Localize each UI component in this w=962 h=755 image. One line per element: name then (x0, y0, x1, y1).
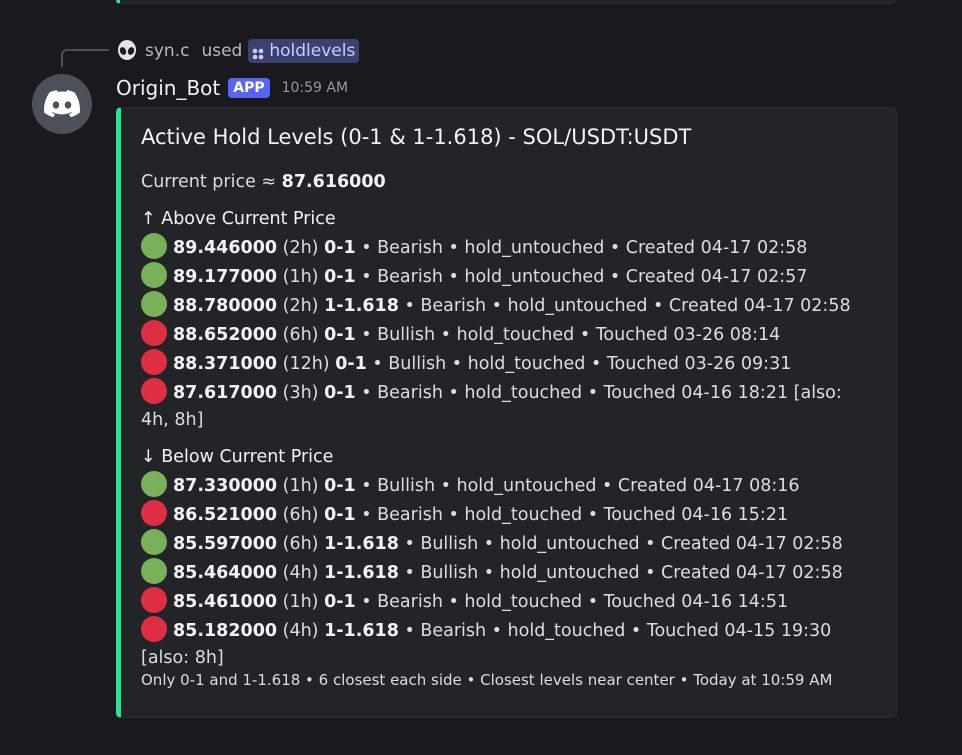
red-circle-icon (141, 378, 167, 404)
level-details: • Bullish • hold_untouched • Created 04-… (398, 563, 843, 583)
level-range: 0-1 (324, 476, 356, 496)
app-badge: APP (228, 78, 270, 98)
reply-spine (61, 49, 109, 67)
level-timeframe: (6h) (277, 505, 325, 525)
green-circle-icon (141, 471, 167, 497)
level-price: 85.464000 (173, 563, 278, 583)
red-circle-icon (141, 320, 167, 346)
current-price-value: 87.616000 (281, 172, 386, 192)
message-header: Origin_Bot APP 10:59 AM (116, 74, 348, 102)
level-price: 87.617000 (173, 383, 278, 403)
slash-command-pill[interactable]: holdlevels (248, 39, 360, 63)
previous-embed-edge (116, 0, 896, 4)
level-details: • Bearish • hold_touched • Touched 04-16… (355, 505, 789, 525)
level-row: 89.177000 (1h) 0-1 • Bearish • hold_unto… (141, 262, 871, 291)
green-circle-icon (141, 529, 167, 555)
level-timeframe: (3h) (277, 383, 325, 403)
level-timeframe: (12h) (277, 354, 336, 374)
green-circle-icon (141, 262, 167, 288)
level-details: • Bullish • hold_touched • Touched 03-26… (366, 354, 792, 374)
level-timeframe: (4h) (277, 621, 325, 641)
level-price: 85.182000 (173, 621, 278, 641)
level-timeframe: (2h) (277, 296, 325, 316)
level-row: 88.652000 (6h) 0-1 • Bullish • hold_touc… (141, 320, 871, 349)
level-price: 85.597000 (173, 534, 278, 554)
embed-title: Active Hold Levels (0-1 & 1-1.618) - SOL… (141, 125, 692, 149)
level-details: • Bullish • hold_untouched • Created 04-… (398, 534, 843, 554)
level-price: 89.446000 (173, 238, 278, 258)
level-price: 87.330000 (173, 476, 278, 496)
level-range: 0-1 (324, 592, 356, 612)
level-row: 89.446000 (2h) 0-1 • Bearish • hold_unto… (141, 233, 871, 262)
embed-footer: Only 0-1 and 1-1.618 • 6 closest each si… (141, 671, 833, 689)
level-range: 0-1 (324, 267, 356, 287)
level-range: 0-1 (324, 238, 356, 258)
level-row: 86.521000 (6h) 0-1 • Bearish • hold_touc… (141, 500, 871, 529)
level-price: 85.461000 (173, 592, 278, 612)
level-row: 85.182000 (4h) 1-1.618 • Bearish • hold_… (141, 616, 871, 672)
level-range: 1-1.618 (324, 621, 399, 641)
green-circle-icon (141, 233, 167, 259)
embed-description: Current price ≈ 87.616000 ↑ Above Curren… (141, 169, 871, 672)
level-range: 1-1.618 (324, 296, 399, 316)
level-timeframe: (1h) (277, 476, 325, 496)
level-range: 1-1.618 (324, 534, 399, 554)
level-list-below: 87.330000 (1h) 0-1 • Bullish • hold_unto… (141, 471, 871, 672)
level-range: 0-1 (324, 505, 356, 525)
level-timeframe: (6h) (277, 325, 325, 345)
level-range: 0-1 (324, 325, 356, 345)
level-price: 88.780000 (173, 296, 278, 316)
current-price-line: Current price ≈ 87.616000 (141, 169, 871, 196)
command-grid-icon (252, 45, 264, 60)
level-price: 88.652000 (173, 325, 278, 345)
level-row: 88.371000 (12h) 0-1 • Bullish • hold_tou… (141, 349, 871, 378)
embed-card: Active Hold Levels (0-1 & 1-1.618) - SOL… (116, 107, 897, 718)
slash-command-name: holdlevels (269, 41, 356, 61)
green-circle-icon (141, 558, 167, 584)
green-circle-icon (141, 291, 167, 317)
message-timestamp[interactable]: 10:59 AM (282, 80, 348, 96)
level-timeframe: (2h) (277, 238, 325, 258)
level-details: • Bullish • hold_touched • Touched 03-26… (355, 325, 781, 345)
level-details: • Bearish • hold_untouched • Created 04-… (398, 296, 851, 316)
red-circle-icon (141, 500, 167, 526)
level-price: 88.371000 (173, 354, 278, 374)
level-timeframe: (1h) (277, 592, 325, 612)
discord-logo-icon (44, 90, 80, 118)
user-avatar-icon[interactable] (116, 40, 138, 62)
level-row: 88.780000 (2h) 1-1.618 • Bearish • hold_… (141, 291, 871, 320)
level-row: 85.464000 (4h) 1-1.618 • Bullish • hold_… (141, 558, 871, 587)
level-details: • Bearish • hold_touched • Touched 04-16… (355, 592, 789, 612)
red-circle-icon (141, 616, 167, 642)
level-range: 0-1 (335, 354, 367, 374)
level-timeframe: (1h) (277, 267, 325, 287)
section-heading-below: ↓ Below Current Price (141, 447, 334, 467)
level-row: 85.597000 (6h) 1-1.618 • Bullish • hold_… (141, 529, 871, 558)
current-price-label: Current price ≈ (141, 172, 282, 192)
interaction-context: syn.c used holdlevels (116, 38, 360, 64)
level-row: 85.461000 (1h) 0-1 • Bearish • hold_touc… (141, 587, 871, 616)
section-below: ↓ Below Current Price 87.330000 (1h) 0-1… (141, 444, 871, 672)
level-price: 86.521000 (173, 505, 278, 525)
red-circle-icon (141, 587, 167, 613)
level-timeframe: (4h) (277, 563, 325, 583)
level-timeframe: (6h) (277, 534, 325, 554)
level-price: 89.177000 (173, 267, 278, 287)
level-details: • Bearish • hold_untouched • Created 04-… (355, 238, 808, 258)
level-details: • Bullish • hold_untouched • Created 04-… (355, 476, 800, 496)
level-row: 87.330000 (1h) 0-1 • Bullish • hold_unto… (141, 471, 871, 500)
context-used-label: used (201, 41, 243, 61)
level-range: 1-1.618 (324, 563, 399, 583)
bot-avatar[interactable] (32, 74, 92, 134)
level-list-above: 89.446000 (2h) 0-1 • Bearish • hold_unto… (141, 233, 871, 434)
section-heading-above: ↑ Above Current Price (141, 209, 336, 229)
level-range: 0-1 (324, 383, 356, 403)
level-row: 87.617000 (3h) 0-1 • Bearish • hold_touc… (141, 378, 871, 434)
level-details: • Bearish • hold_untouched • Created 04-… (355, 267, 808, 287)
red-circle-icon (141, 349, 167, 375)
context-username[interactable]: syn.c (145, 41, 189, 61)
bot-username[interactable]: Origin_Bot (116, 76, 220, 100)
section-above: ↑ Above Current Price 89.446000 (2h) 0-1… (141, 206, 871, 434)
